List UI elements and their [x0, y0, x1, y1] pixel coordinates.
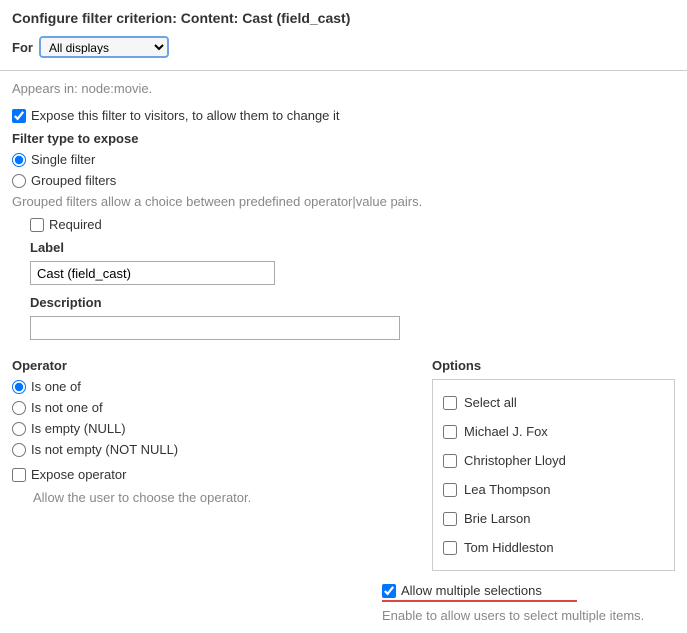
required-checkbox[interactable]: [30, 218, 44, 232]
allow-multiple-checkbox[interactable]: [382, 584, 396, 598]
description-field-label: Description: [30, 295, 675, 310]
option-checkbox[interactable]: [443, 425, 457, 439]
expose-operator-label[interactable]: Expose operator: [31, 467, 126, 482]
divider: [0, 70, 687, 71]
filter-type-label: Filter type to expose: [12, 131, 675, 146]
single-filter-label[interactable]: Single filter: [31, 152, 95, 167]
for-select[interactable]: All displays: [39, 36, 169, 58]
option-checkbox[interactable]: [443, 483, 457, 497]
label-field-label: Label: [30, 240, 675, 255]
operator-is-one-of-radio[interactable]: [12, 380, 26, 394]
expose-operator-help: Allow the user to choose the operator.: [33, 490, 412, 505]
option-select-all-checkbox[interactable]: [443, 396, 457, 410]
option-label[interactable]: Michael J. Fox: [464, 424, 548, 439]
option-select-all-label[interactable]: Select all: [464, 395, 517, 410]
appears-in-text: Appears in: node:movie.: [12, 81, 675, 96]
expose-filter-label[interactable]: Expose this filter to visitors, to allow…: [31, 108, 340, 123]
grouped-help-text: Grouped filters allow a choice between p…: [12, 194, 675, 209]
for-label: For: [12, 40, 33, 55]
option-checkbox[interactable]: [443, 541, 457, 555]
expose-operator-checkbox[interactable]: [12, 468, 26, 482]
grouped-filters-label[interactable]: Grouped filters: [31, 173, 116, 188]
highlight-underline: [382, 600, 577, 602]
option-checkbox[interactable]: [443, 512, 457, 526]
allow-multiple-label[interactable]: Allow multiple selections: [401, 583, 542, 598]
option-label[interactable]: Brie Larson: [464, 511, 530, 526]
operator-is-not-empty-label[interactable]: Is not empty (NOT NULL): [31, 442, 178, 457]
allow-multiple-help: Enable to allow users to select multiple…: [382, 608, 675, 623]
expose-filter-checkbox[interactable]: [12, 109, 26, 123]
operator-is-not-one-of-label[interactable]: Is not one of: [31, 400, 103, 415]
option-label[interactable]: Tom Hiddleston: [464, 540, 554, 555]
options-box: Select all Michael J. Fox Christopher Ll…: [432, 379, 675, 571]
operator-is-empty-label[interactable]: Is empty (NULL): [31, 421, 126, 436]
operator-is-not-empty-radio[interactable]: [12, 443, 26, 457]
options-label: Options: [432, 358, 675, 373]
option-label[interactable]: Lea Thompson: [464, 482, 551, 497]
single-filter-radio[interactable]: [12, 153, 26, 167]
option-label[interactable]: Christopher Lloyd: [464, 453, 566, 468]
operator-label: Operator: [12, 358, 412, 373]
operator-is-not-one-of-radio[interactable]: [12, 401, 26, 415]
description-input[interactable]: [30, 316, 400, 340]
option-checkbox[interactable]: [443, 454, 457, 468]
operator-is-one-of-label[interactable]: Is one of: [31, 379, 81, 394]
operator-is-empty-radio[interactable]: [12, 422, 26, 436]
required-label[interactable]: Required: [49, 217, 102, 232]
dialog-title: Configure filter criterion: Content: Cas…: [12, 10, 675, 26]
grouped-filters-radio[interactable]: [12, 174, 26, 188]
label-input[interactable]: [30, 261, 275, 285]
